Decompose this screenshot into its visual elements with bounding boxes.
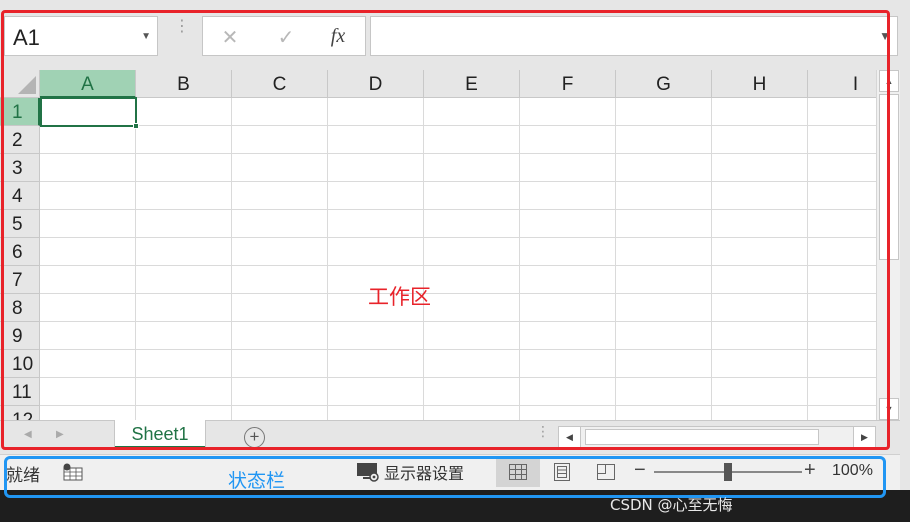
- watermark-text: CSDN @心至无悔: [610, 496, 733, 514]
- status-bar-annotation-label: 状态栏: [228, 470, 286, 492]
- work-area-annotation-label: 工作区: [368, 285, 431, 309]
- status-bar-annotation-box: [4, 456, 886, 498]
- work-area-annotation-box: [1, 10, 890, 450]
